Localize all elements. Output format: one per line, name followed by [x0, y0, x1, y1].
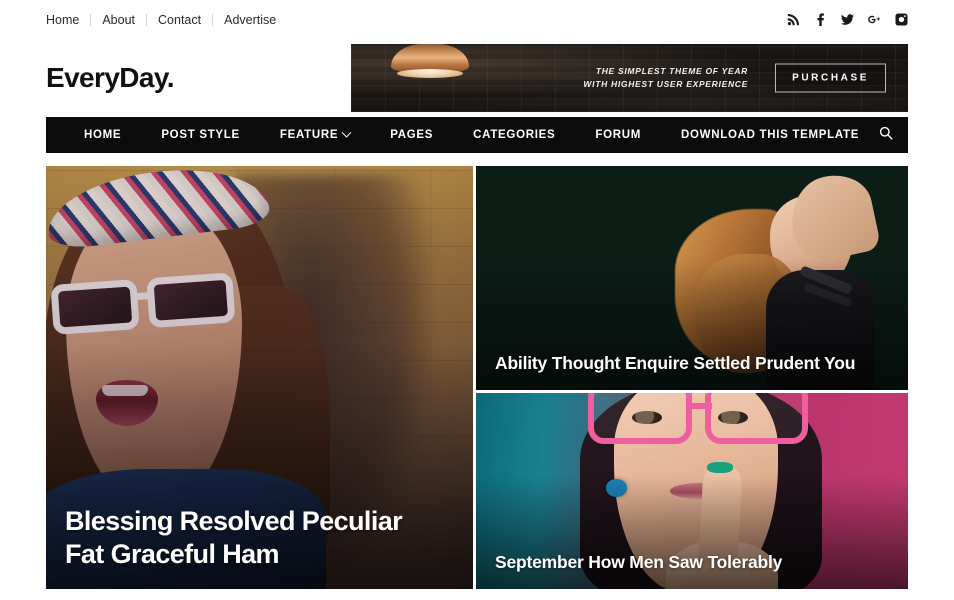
google-plus-icon[interactable] — [868, 13, 881, 26]
featured-posts-grid: Blessing Resolved Peculiar Fat Graceful … — [46, 166, 908, 589]
nav-item-categories-label: CATEGORIES — [473, 129, 556, 141]
nav-item-feature-label: FEATURE — [279, 129, 339, 141]
featured-main-title[interactable]: Blessing Resolved Peculiar Fat Graceful … — [65, 505, 433, 571]
nav-item-pages[interactable]: PAGES — [370, 117, 453, 153]
banner-tagline-line1: The simplest theme of year — [595, 66, 748, 76]
topnav-link-about[interactable]: About — [91, 13, 148, 26]
nav-item-download-label: DOWNLOAD THIS TEMPLATE — [681, 129, 860, 141]
pendant-lamp-icon — [391, 44, 469, 82]
instagram-icon[interactable] — [895, 13, 908, 26]
top-navigation: Home About Contact Advertise — [46, 13, 287, 26]
site-logo[interactable]: EveryDay. — [46, 62, 175, 94]
top-bar: Home About Contact Advertise — [0, 0, 954, 39]
facebook-icon[interactable] — [814, 13, 827, 26]
featured-secondary-card-1[interactable]: Ability Thought Enquire Settled Prudent … — [476, 166, 908, 390]
page-root: Home About Contact Advertise EveryDay. T… — [0, 0, 954, 600]
rss-icon[interactable] — [787, 13, 800, 26]
nav-item-categories[interactable]: CATEGORIES — [453, 117, 575, 153]
nav-item-pages-label: PAGES — [390, 129, 434, 141]
topnav-link-home[interactable]: Home — [46, 13, 92, 26]
nav-item-home[interactable]: HOME — [64, 117, 141, 153]
twitter-icon[interactable] — [841, 13, 854, 26]
nav-item-feature[interactable]: FEATURE — [260, 117, 370, 153]
nav-item-forum[interactable]: FORUM — [575, 117, 661, 153]
featured-secondary-card-2[interactable]: September How Men Saw Tolerably — [476, 393, 908, 589]
featured-secondary-title-1[interactable]: Ability Thought Enquire Settled Prudent … — [495, 353, 889, 374]
main-navigation: HOME POST STYLE FEATURE PAGES CATEGORIES… — [46, 117, 908, 153]
search-toggle-button[interactable] — [879, 117, 893, 153]
purchase-button[interactable]: PURCHASE — [775, 63, 886, 93]
nav-item-home-label: HOME — [84, 129, 122, 141]
chevron-down-icon — [341, 127, 352, 138]
banner-tagline: The simplest theme of year with highest … — [583, 65, 748, 91]
social-links — [787, 13, 908, 26]
topnav-link-contact[interactable]: Contact — [147, 13, 214, 26]
featured-main-card[interactable]: Blessing Resolved Peculiar Fat Graceful … — [46, 166, 473, 589]
site-header: EveryDay. The simplest theme of year wit… — [0, 39, 954, 117]
search-icon — [879, 126, 893, 145]
nav-item-post-style-label: POST STYLE — [161, 129, 240, 141]
featured-secondary-column: Ability Thought Enquire Settled Prudent … — [476, 166, 908, 589]
nav-item-download-this-template[interactable]: DOWNLOAD THIS TEMPLATE — [661, 117, 879, 153]
topnav-link-advertise[interactable]: Advertise — [213, 13, 287, 26]
featured-secondary-title-2[interactable]: September How Men Saw Tolerably — [495, 552, 889, 573]
nav-item-forum-label: FORUM — [595, 129, 642, 141]
header-banner-ad[interactable]: The simplest theme of year with highest … — [351, 44, 908, 112]
nav-item-post-style[interactable]: POST STYLE — [141, 117, 260, 153]
banner-tagline-line2: with highest user experience — [583, 79, 748, 89]
